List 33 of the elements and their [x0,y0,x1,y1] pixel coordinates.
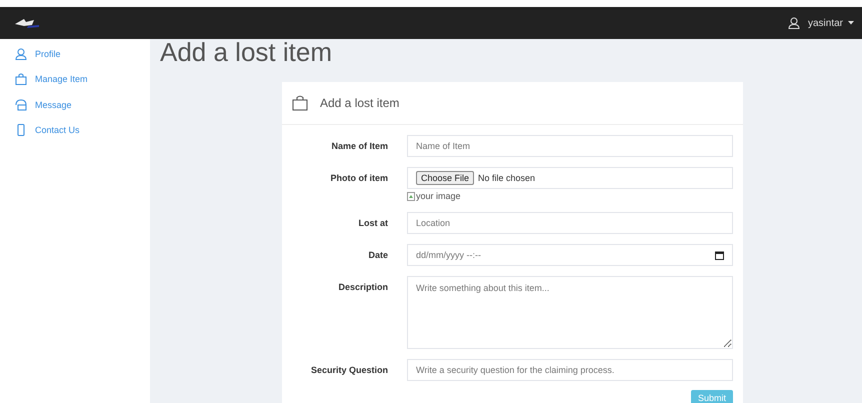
person-icon [15,48,27,60]
logo-icon[interactable] [14,16,40,30]
sidebar-item[interactable]: Contact Us [0,118,150,143]
user-icon [788,17,800,29]
input-field[interactable]: Location [407,212,733,234]
calendar-icon [715,250,724,260]
caret-icon [848,21,854,25]
description-field[interactable]: Write something about this item... [407,276,733,349]
field-label: Description [337,281,388,294]
bag-icon [292,95,308,111]
sidebar-item[interactable]: Manage Item [0,66,150,92]
message-icon [15,98,27,111]
file-status: No file chosen [478,173,536,183]
field-label: Photo of item [330,172,388,185]
file-field[interactable]: Choose File No file chosen [407,167,733,189]
sidebar-item[interactable]: Profile [0,41,150,66]
broken-image-icon [407,192,415,200]
field-label: Security Question [310,364,388,377]
input-field[interactable]: Name of Item [407,135,733,157]
user-menu[interactable]: yasintar [788,17,854,29]
page-title: Add a lost item [160,39,333,65]
bag-icon [15,73,27,86]
input-field[interactable]: Write a security question for the claiming process. [407,359,733,381]
card-title: Add a lost item [320,96,400,110]
phone-icon [15,124,27,136]
sidebar-item[interactable]: Message [0,92,150,118]
submit-button[interactable]: Submit [690,390,733,403]
date-field[interactable]: dd/mm/yyyy --:-- [407,244,733,266]
image-alt-text: your image [416,191,461,201]
field-label: Date [367,249,388,262]
field-label: Name of Item [330,140,388,153]
choose-file-button[interactable]: Choose File [416,171,474,185]
field-label: Lost at [357,217,388,230]
